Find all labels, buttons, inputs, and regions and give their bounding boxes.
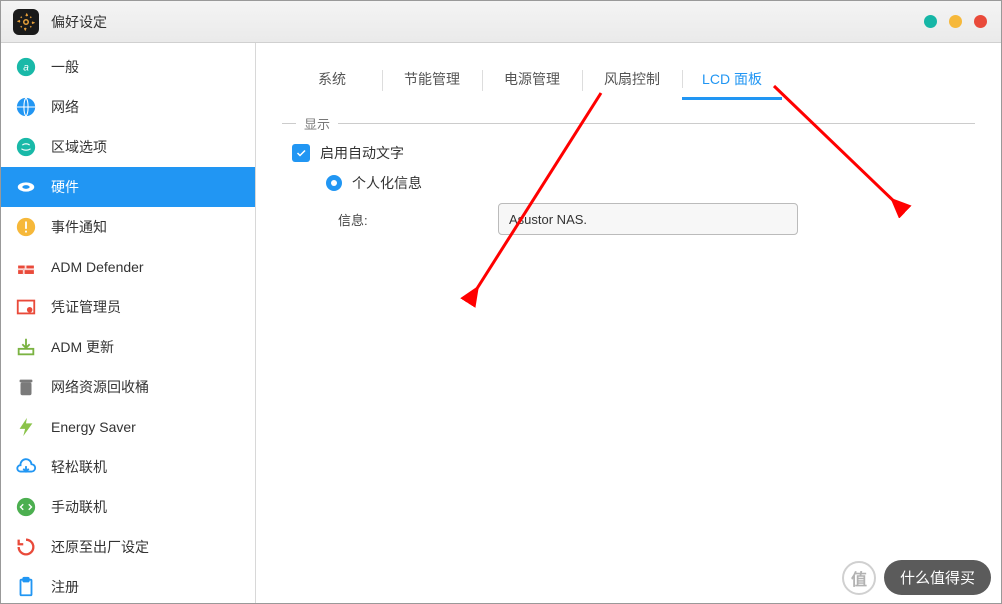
sidebar-item-update[interactable]: ADM 更新 [1,327,255,367]
watermark: 值 什么值得买 [842,560,991,595]
section-header-display: 显示 [282,114,975,133]
tab-power-mgmt[interactable]: 电源管理 [482,61,582,100]
sidebar-item-label: Energy Saver [51,419,136,435]
enable-scroll-row[interactable]: 启用自动文字 [292,143,975,163]
clipboard-icon [15,576,37,598]
sidebar-item-label: 区域选项 [51,137,107,157]
info-input[interactable] [498,203,798,235]
general-icon: a [15,56,37,78]
sidebar-item-label: 网络资源回收桶 [51,377,149,397]
sidebar-item-label: 注册 [51,577,79,597]
sidebar-item-factory[interactable]: 还原至出厂设定 [1,527,255,567]
certificate-icon [15,296,37,318]
sidebar-item-ezconnect[interactable]: 轻松联机 [1,447,255,487]
tab-label: 节能管理 [404,71,460,87]
sidebar-item-manual[interactable]: 手动联机 [1,487,255,527]
sidebar-item-label: 网络 [51,97,79,117]
sidebar-item-network[interactable]: 网络 [1,87,255,127]
sidebar-item-cert[interactable]: 凭证管理员 [1,287,255,327]
globe-icon [15,96,37,118]
minimize-button[interactable] [924,15,937,28]
tab-label: 风扇控制 [604,71,660,87]
tab-label: LCD 面板 [702,71,762,87]
update-icon [15,336,37,358]
custom-info-label: 个人化信息 [352,173,422,193]
sidebar-item-hardware[interactable]: 硬件 [1,167,255,207]
maximize-button[interactable] [949,15,962,28]
sidebar-item-label: 事件通知 [51,217,107,237]
sidebar-item-label: 还原至出厂设定 [51,537,149,557]
sidebar-item-label: 凭证管理员 [51,297,121,317]
close-button[interactable] [974,15,987,28]
trash-icon [15,376,37,398]
firewall-icon [15,256,37,278]
window-controls [924,15,987,28]
hardware-icon [15,176,37,198]
sidebar-item-event[interactable]: 事件通知 [1,207,255,247]
manual-connect-icon [15,496,37,518]
sidebar-item-label: ADM Defender [51,259,144,275]
reset-icon [15,536,37,558]
radio-checked-icon [326,175,342,191]
main: a 一般 网络 区域选项 硬件 事件通知 [1,43,1001,603]
svg-text:a: a [23,63,29,74]
watermark-text: 什么值得买 [884,560,991,595]
sidebar-item-general[interactable]: a 一般 [1,47,255,87]
sidebar-item-label: 一般 [51,57,79,77]
cloud-icon [15,456,37,478]
tab-system[interactable]: 系统 [282,61,382,100]
alert-icon [15,216,37,238]
tab-label: 电源管理 [504,71,560,87]
tab-lcd[interactable]: LCD 面板 [682,61,782,100]
sidebar-item-energy[interactable]: Energy Saver [1,407,255,447]
window-title: 偏好设定 [51,12,107,32]
bolt-icon [15,416,37,438]
watermark-badge: 值 [842,561,876,595]
app-icon [13,9,39,35]
tab-fan[interactable]: 风扇控制 [582,61,682,100]
custom-info-row[interactable]: 个人化信息 [326,173,975,193]
enable-scroll-label: 启用自动文字 [320,143,404,163]
sidebar-item-register[interactable]: 注册 [1,567,255,603]
sidebar-item-regional[interactable]: 区域选项 [1,127,255,167]
sidebar-item-recycle[interactable]: 网络资源回收桶 [1,367,255,407]
titlebar: 偏好设定 [1,1,1001,43]
sidebar-item-defender[interactable]: ADM Defender [1,247,255,287]
region-icon [15,136,37,158]
sidebar-item-label: 硬件 [51,177,79,197]
sidebar-item-label: 轻松联机 [51,457,107,477]
section-title: 显示 [304,114,330,133]
sidebar: a 一般 网络 区域选项 硬件 事件通知 [1,43,256,603]
content-area: 系统 节能管理 电源管理 风扇控制 LCD 面板 显示 启用自动文字 个人化信息… [256,43,1001,603]
info-field-label: 信息: [338,210,498,229]
checkbox-checked-icon [292,144,310,162]
info-row: 信息: [338,203,975,235]
tab-power-saving[interactable]: 节能管理 [382,61,482,100]
sidebar-item-label: 手动联机 [51,497,107,517]
tab-bar: 系统 节能管理 电源管理 风扇控制 LCD 面板 [282,61,975,100]
sidebar-item-label: ADM 更新 [51,337,114,357]
tab-label: 系统 [318,71,346,87]
